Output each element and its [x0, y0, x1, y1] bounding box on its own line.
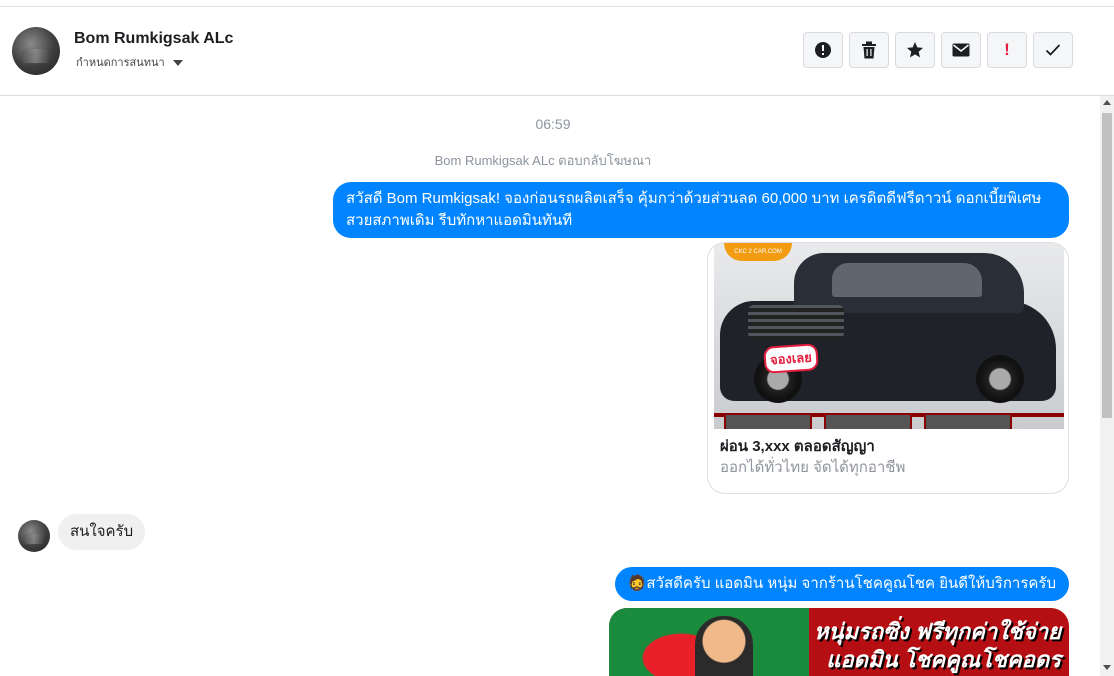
pickup-truck-window [832, 263, 982, 297]
thumbnail [924, 413, 1012, 429]
star-button[interactable] [895, 32, 935, 68]
spam-button[interactable]: ! [987, 32, 1027, 68]
conversation-status-label: กำหนดการสนทนา [76, 57, 165, 69]
envelope-icon [952, 43, 970, 57]
check-icon [1045, 43, 1061, 57]
ad-reply-note: Bom Rumkigsak ALc ตอบกลับโฆษณา [434, 153, 652, 168]
contact-avatar[interactable] [12, 27, 60, 75]
message-timestamp: 06:59 [535, 116, 571, 132]
thumbnail [724, 413, 812, 429]
header-actions: ! [803, 32, 1073, 68]
delete-button[interactable] [849, 32, 889, 68]
outgoing-message[interactable]: 🧔สวัสดีครับ แอดมิน หนุ่ม จากร้านโชคคูณโช… [614, 567, 1069, 601]
ad-card[interactable]: CKC 2 CAR.COM จองเลย ผ่อน 3,xxx ตลอดสัญญ… [707, 242, 1069, 494]
caret-down-icon [172, 60, 183, 67]
banner-text: หนุ่มรถซิ่ง ฟรีทุกค่าใช้จ่าย แอดมิน โชคค… [799, 618, 1061, 674]
contact-name[interactable]: Bom Rumkigsak ALc [74, 30, 233, 48]
reserve-sticker: จองเลย [763, 343, 819, 374]
outgoing-message-text: สวัสดีครับ แอดมิน หนุ่ม จากร้านโชคคูณโชค… [646, 575, 1056, 592]
man-emoji-icon: 🧔 [627, 575, 647, 592]
ad-card-subtitle: ออกได้ทั่วไทย จัดได้ทุกอาชีพ [720, 459, 906, 476]
outgoing-message[interactable]: สวัสดี Bom Rumkigsak! จองก่อนรถผลิตเสร็จ… [333, 182, 1069, 238]
scrollbar-thumb[interactable] [1102, 113, 1112, 418]
message-thread[interactable]: 06:59 Bom Rumkigsak ALc ตอบกลับโฆษณา สวั… [0, 96, 1100, 676]
incoming-message[interactable]: สนใจครับ [58, 514, 146, 550]
promo-banner-image[interactable]: หนุ่มรถซิ่ง ฟรีทุกค่าใช้จ่าย แอดมิน โชคค… [609, 608, 1069, 676]
banner-text-line: แอดมิน โชคคูณโชคอดร [826, 647, 1061, 672]
sender-avatar[interactable] [18, 520, 50, 552]
truck-grille [748, 305, 844, 339]
scroll-down-arrow-icon[interactable] [1103, 665, 1111, 670]
thumbnail [824, 413, 912, 429]
exclamation-icon: ! [1004, 40, 1010, 59]
conversation-header: Bom Rumkigsak ALc กำหนดการสนทนา ! [0, 7, 1114, 96]
mark-unread-button[interactable] [941, 32, 981, 68]
rear-wheel [976, 355, 1024, 403]
thread-scrollbar[interactable] [1100, 96, 1114, 676]
report-button[interactable] [803, 32, 843, 68]
conversation-status-dropdown[interactable]: กำหนดการสนทนา [76, 53, 183, 71]
scroll-up-arrow-icon[interactable] [1103, 100, 1111, 105]
ad-card-image[interactable]: CKC 2 CAR.COM จองเลย [714, 243, 1064, 429]
dealer-logo: CKC 2 CAR.COM [724, 243, 792, 261]
banner-text-line: หนุ่มรถซิ่ง ฟรีทุกค่าใช้จ่าย [813, 619, 1061, 644]
trash-icon [861, 41, 877, 59]
alert-circle-icon [814, 41, 832, 59]
thumbnail-row [724, 413, 1054, 429]
admin-photo [695, 616, 753, 676]
mark-done-button[interactable] [1033, 32, 1073, 68]
star-icon [906, 41, 924, 59]
